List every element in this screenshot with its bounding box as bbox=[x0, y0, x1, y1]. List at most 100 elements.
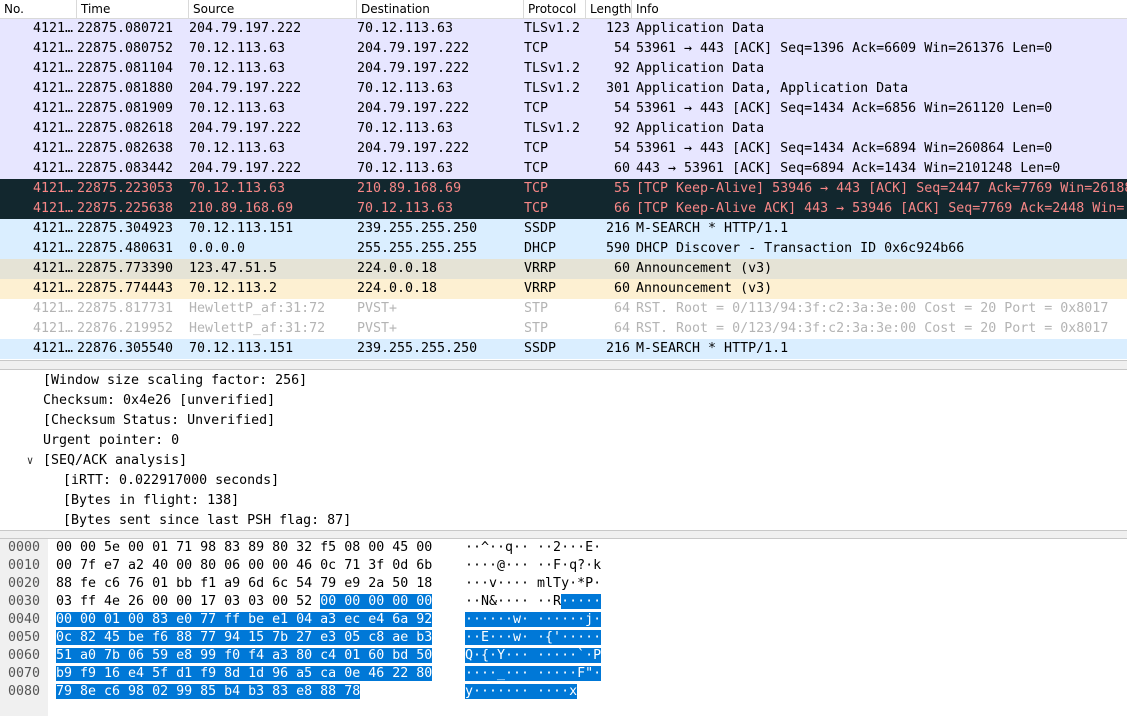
packet-bytes-pane[interactable]: 0000 00 00 5e 00 01 71 98 83 89 80 32 f5 … bbox=[0, 539, 1127, 716]
packet-row[interactable]: 4121… 22875.080752 70.12.113.63 204.79.197.… bbox=[0, 39, 1127, 59]
packet-cell-len: 54 bbox=[613, 41, 630, 56]
hex-bytes[interactable]: 79 8e c6 98 02 99 85 b4 b3 83 e8 88 78 bbox=[56, 683, 361, 701]
packet-cell-no: 4121… bbox=[32, 101, 73, 116]
packet-cell-dst: 239.255.255.250 bbox=[357, 221, 478, 236]
packet-row[interactable]: 4121… 22875.081909 70.12.113.63 204.79.197.… bbox=[0, 99, 1127, 119]
hex-bytes[interactable]: 00 00 5e 00 01 71 98 83 89 80 32 f5 08 0… bbox=[56, 539, 432, 557]
pane-splitter-top[interactable] bbox=[0, 360, 1127, 370]
packet-cell-no: 4121… bbox=[32, 221, 73, 236]
packet-cell-time: 22875.081909 bbox=[77, 101, 174, 116]
packet-cell-proto: TCP bbox=[524, 101, 549, 116]
column-header-destination[interactable]: Destination bbox=[357, 0, 524, 19]
packet-row[interactable]: 4121… 22875.774443 70.12.113.2 224.0.0.18 VR… bbox=[0, 279, 1127, 299]
packet-cell-len: 60 bbox=[613, 161, 630, 176]
packet-cell-dst: 70.12.113.63 bbox=[357, 81, 454, 96]
column-header-length[interactable]: Length bbox=[586, 0, 632, 19]
ascii-bytes[interactable]: ··^··q·· ··2···E· bbox=[465, 539, 601, 557]
hex-bytes[interactable]: 88 fe c6 76 01 bb f1 a9 6d 6c 54 79 e9 2… bbox=[56, 575, 432, 593]
packet-cell-no: 4121… bbox=[32, 141, 73, 156]
hex-bytes[interactable]: 51 a0 7b 06 59 e8 99 f0 f4 a3 80 c4 01 6… bbox=[56, 647, 433, 665]
packet-cell-len: 54 bbox=[613, 101, 630, 116]
ascii-bytes[interactable]: ······w· ······j· bbox=[465, 611, 602, 629]
packet-cell-src: 70.12.113.63 bbox=[189, 101, 286, 116]
packet-row[interactable]: 4121… 22876.305540 70.12.113.151 239.255.25… bbox=[0, 339, 1127, 359]
ascii-bytes[interactable]: ····@··· ··F·q?·k bbox=[465, 557, 601, 575]
packet-cell-dst: 70.12.113.63 bbox=[357, 201, 454, 216]
hex-bytes[interactable]: 0c 82 45 be f6 88 77 94 15 7b 27 e3 05 c… bbox=[56, 629, 433, 647]
column-header-info[interactable]: Info bbox=[632, 0, 1127, 19]
column-header-protocol[interactable]: Protocol bbox=[524, 0, 586, 19]
hex-bytes-selected: 0c 82 45 be f6 88 77 94 15 7b 27 e3 05 c… bbox=[56, 630, 433, 645]
packet-row[interactable]: 4121… 22875.817731 HewlettP_af:31:72 PVST+ S… bbox=[0, 299, 1127, 319]
packet-row[interactable]: 4121… 22875.083442 204.79.197.222 70.12.113… bbox=[0, 159, 1127, 179]
ascii-bytes-selected: Q·{·Y··· ·····`·P bbox=[465, 648, 602, 663]
packet-cell-len: 92 bbox=[613, 121, 630, 136]
packet-cell-no: 4121… bbox=[32, 21, 73, 36]
hex-bytes[interactable]: 00 00 01 00 83 e0 77 ff be e1 04 a3 ec e… bbox=[56, 611, 433, 629]
ascii-bytes[interactable]: ····_··· ·····F"· bbox=[465, 665, 602, 683]
packet-row[interactable]: 4121… 22875.082638 70.12.113.63 204.79.197.… bbox=[0, 139, 1127, 159]
packet-row[interactable]: 4121… 22875.081880 204.79.197.222 70.12.113… bbox=[0, 79, 1127, 99]
detail-line[interactable]: [Bytes sent since last PSH flag: 87] bbox=[63, 511, 351, 530]
packet-cell-info: [TCP Keep-Alive ACK] 443 → 53946 [ACK] S… bbox=[636, 201, 1125, 216]
packet-cell-time: 22875.304923 bbox=[77, 221, 174, 236]
packet-cell-src: 70.12.113.2 bbox=[189, 281, 278, 296]
ascii-bytes-selected: ··E···w· ·{'····· bbox=[465, 630, 602, 645]
hex-bytes[interactable]: 03 ff 4e 26 00 00 17 03 03 00 52 00 00 0… bbox=[56, 593, 433, 611]
bytes-row: 0050 0c 82 45 be f6 88 77 94 15 7b 27 e3 … bbox=[0, 629, 1127, 647]
detail-line[interactable]: [iRTT: 0.022917000 seconds] bbox=[63, 471, 279, 491]
column-header-no[interactable]: No. bbox=[0, 0, 77, 19]
column-header-time[interactable]: Time bbox=[77, 0, 189, 19]
packet-cell-time: 22875.773390 bbox=[77, 261, 174, 276]
packet-cell-proto: STP bbox=[524, 321, 549, 336]
packet-cell-proto: SSDP bbox=[524, 221, 557, 236]
detail-line[interactable]: Urgent pointer: 0 bbox=[43, 431, 179, 451]
packet-list-header: No. Time Source Destination Protocol Len… bbox=[0, 0, 1127, 19]
detail-line[interactable]: [Checksum Status: Unverified] bbox=[43, 411, 275, 431]
ascii-bytes[interactable]: ···v···· mlTy·*P· bbox=[465, 575, 601, 593]
packet-row[interactable]: 4121… 22875.480631 0.0.0.0 255.255.255.255 D… bbox=[0, 239, 1127, 259]
packet-cell-len: 216 bbox=[605, 341, 630, 356]
detail-line[interactable]: [SEQ/ACK analysis] bbox=[43, 451, 187, 471]
packet-details-pane[interactable]: [Window size scaling factor: 256] Checksu… bbox=[0, 370, 1127, 530]
packet-cell-proto: TLSv1.2 bbox=[524, 81, 581, 96]
packet-row[interactable]: 4121… 22875.081104 70.12.113.63 204.79.197.… bbox=[0, 59, 1127, 79]
detail-line[interactable]: Checksum: 0x4e26 [unverified] bbox=[43, 391, 275, 411]
packet-cell-time: 22875.774443 bbox=[77, 281, 174, 296]
packet-list-pane[interactable]: No. Time Source Destination Protocol Len… bbox=[0, 0, 1127, 360]
packet-row[interactable]: 4121… 22875.773390 123.47.51.5 224.0.0.18 VR… bbox=[0, 259, 1127, 279]
ascii-bytes[interactable]: y······· ····x bbox=[465, 683, 578, 701]
packet-row[interactable]: 4121… 22875.082618 204.79.197.222 70.12.113… bbox=[0, 119, 1127, 139]
ascii-bytes[interactable]: ··E···w· ·{'····· bbox=[465, 629, 602, 647]
packet-row[interactable]: 4121… 22875.223053 70.12.113.63 210.89.168.… bbox=[0, 179, 1127, 199]
bytes-row: 0060 51 a0 7b 06 59 e8 99 f0 f4 a3 80 c4 … bbox=[0, 647, 1127, 665]
detail-line[interactable]: [Bytes in flight: 138] bbox=[63, 491, 239, 511]
packet-cell-time: 22875.082618 bbox=[77, 121, 174, 136]
packet-cell-info: [TCP Keep-Alive] 53946 → 443 [ACK] Seq=2… bbox=[636, 181, 1127, 196]
packet-cell-info: Application Data bbox=[636, 121, 765, 136]
packet-cell-src: HewlettP_af:31:72 bbox=[189, 301, 326, 316]
expand-chevron-icon[interactable]: ∨ bbox=[23, 451, 37, 471]
hex-bytes-selected: 00 00 01 00 83 e0 77 ff be e1 04 a3 ec e… bbox=[56, 612, 433, 627]
packet-row[interactable]: 4121… 22875.225638 210.89.168.69 70.12.113.… bbox=[0, 199, 1127, 219]
ascii-bytes-selected: ······w· ······j· bbox=[465, 612, 602, 627]
ascii-bytes[interactable]: ··N&···· ··R····· bbox=[465, 593, 602, 611]
packet-cell-proto: TCP bbox=[524, 181, 549, 196]
pane-splitter-bottom[interactable] bbox=[0, 530, 1127, 539]
packet-cell-info: Application Data, Application Data bbox=[636, 81, 909, 96]
packet-cell-len: 60 bbox=[613, 261, 630, 276]
hex-bytes[interactable]: b9 f9 16 e4 5f d1 f9 8d 1d 96 a5 ca 0e 4… bbox=[56, 665, 433, 683]
column-header-source[interactable]: Source bbox=[189, 0, 357, 19]
ascii-bytes[interactable]: Q·{·Y··· ·····`·P bbox=[465, 647, 602, 665]
packet-row[interactable]: 4121… 22876.219952 HewlettP_af:31:72 PVST+ S… bbox=[0, 319, 1127, 339]
packet-row[interactable]: 4121… 22875.304923 70.12.113.151 239.255.25… bbox=[0, 219, 1127, 239]
packet-row[interactable]: 4121… 22875.080721 204.79.197.222 70.12.113… bbox=[0, 19, 1127, 39]
detail-line[interactable]: [Window size scaling factor: 256] bbox=[43, 371, 307, 391]
packet-cell-dst: 204.79.197.222 bbox=[357, 41, 470, 56]
packet-cell-dst: 239.255.255.250 bbox=[357, 341, 478, 356]
hex-bytes-plain: 88 fe c6 76 01 bb f1 a9 6d 6c 54 79 e9 2… bbox=[56, 576, 433, 591]
packet-cell-time: 22876.305540 bbox=[77, 341, 174, 356]
hex-bytes[interactable]: 00 7f e7 a2 40 00 80 06 00 00 46 0c 71 3… bbox=[56, 557, 432, 575]
packet-cell-no: 4121… bbox=[32, 281, 73, 296]
ascii-bytes-plain: ··N&···· ··R bbox=[465, 594, 562, 609]
